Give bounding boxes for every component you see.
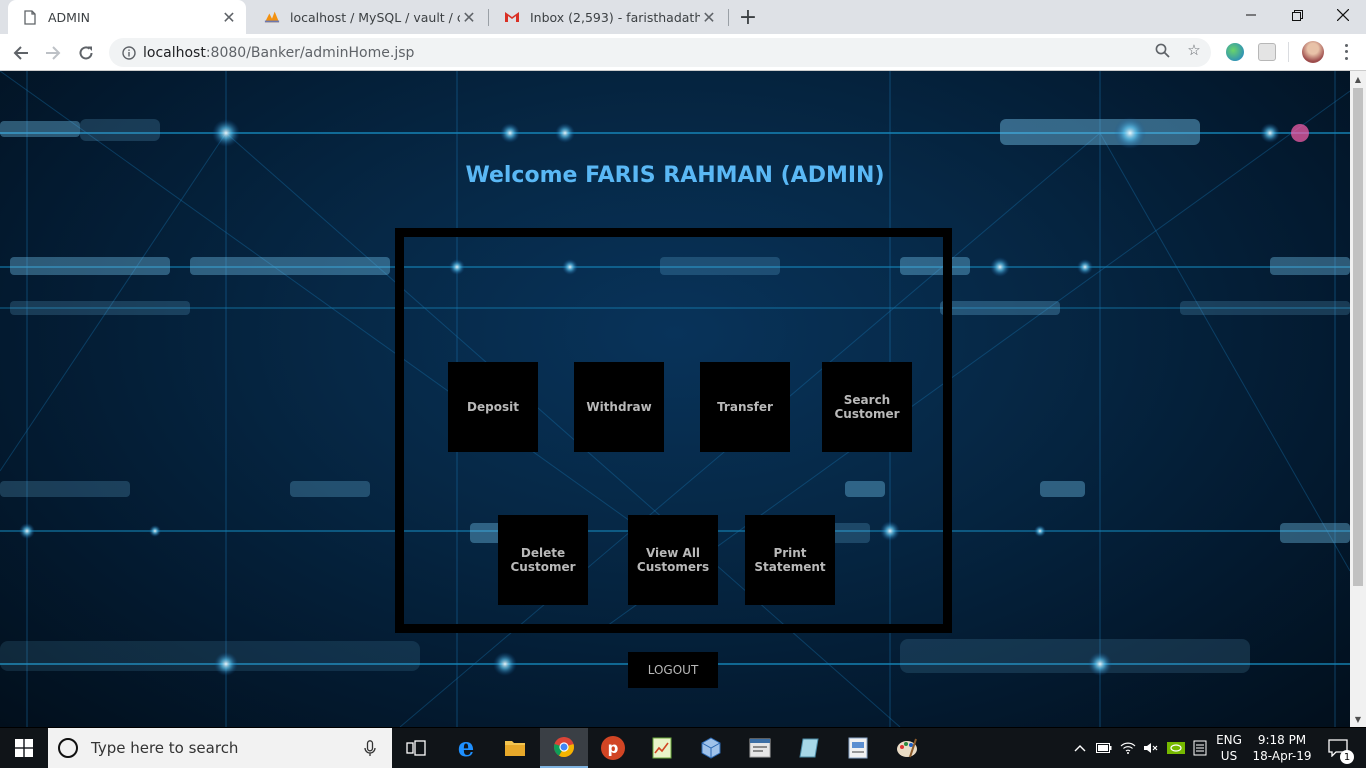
info-icon[interactable] bbox=[115, 45, 143, 60]
transfer-button[interactable]: Transfer bbox=[700, 362, 790, 452]
zoom-icon[interactable] bbox=[1153, 41, 1171, 59]
logout-button[interactable]: LOGOUT bbox=[628, 652, 718, 688]
powerpoint-icon[interactable]: p bbox=[589, 728, 637, 768]
gmail-icon bbox=[504, 9, 520, 25]
deposit-button[interactable]: Deposit bbox=[448, 362, 538, 452]
windows-start-icon[interactable] bbox=[0, 728, 48, 768]
bookmark-star-icon[interactable]: ☆ bbox=[1185, 41, 1203, 59]
edge-browser-icon[interactable]: e bbox=[442, 728, 490, 768]
tab-title: ADMIN bbox=[48, 9, 90, 25]
app-window-icon[interactable] bbox=[736, 728, 784, 768]
task-view-icon[interactable] bbox=[392, 728, 440, 768]
search-placeholder: Type here to search bbox=[91, 739, 239, 757]
tray-chevron-up-icon[interactable] bbox=[1070, 728, 1090, 768]
admin-actions-panel: Deposit Withdraw Transfer Search Custome… bbox=[395, 228, 952, 688]
tab-phpmyadmin[interactable]: localhost / MySQL / vault / custo ✕ bbox=[250, 0, 486, 34]
address-bar[interactable]: localhost:8080/Banker/adminHome.jsp bbox=[109, 38, 1211, 67]
tab-gmail[interactable]: Inbox (2,593) - faristhadathil@gm ✕ bbox=[490, 0, 726, 34]
forward-button[interactable] bbox=[40, 40, 66, 66]
display-icon[interactable] bbox=[1190, 728, 1210, 768]
region-code: US bbox=[1220, 749, 1238, 763]
scroll-down-arrow-icon[interactable]: ▼ bbox=[1350, 711, 1366, 727]
clock-date: 18-Apr-19 bbox=[1252, 749, 1312, 763]
menu-icon[interactable] bbox=[1340, 42, 1352, 62]
page-scrollbar[interactable]: ▲ ▼ bbox=[1350, 71, 1366, 727]
chrome-icon[interactable] bbox=[540, 728, 588, 768]
tab-admin[interactable]: ADMIN ✕ bbox=[8, 0, 246, 34]
restore-button[interactable] bbox=[1274, 0, 1320, 30]
back-button[interactable] bbox=[8, 40, 34, 66]
tab-title: localhost / MySQL / vault / custo bbox=[290, 9, 460, 25]
search-icon bbox=[57, 737, 79, 759]
page-icon bbox=[22, 9, 38, 25]
page-content: Welcome FARIS RAHMAN (ADMIN) Deposit Wit… bbox=[0, 71, 1350, 727]
new-tab-button[interactable]: + bbox=[736, 5, 760, 30]
spreadsheet-icon[interactable] bbox=[638, 728, 686, 768]
scroll-up-arrow-icon[interactable]: ▲ bbox=[1350, 71, 1366, 87]
toolbar-divider bbox=[1288, 42, 1289, 62]
notification-count-badge: 1 bbox=[1340, 750, 1354, 764]
withdraw-button[interactable]: Withdraw bbox=[574, 362, 664, 452]
close-tab-icon[interactable]: ✕ bbox=[700, 8, 718, 27]
tab-separator bbox=[728, 9, 729, 26]
windows-taskbar: Type here to search e p ENG US 9:18 PM 1… bbox=[0, 728, 1366, 768]
minimize-button[interactable] bbox=[1228, 0, 1274, 30]
delete-customer-button[interactable]: Delete Customer bbox=[498, 515, 588, 605]
paint-icon[interactable] bbox=[883, 728, 931, 768]
notes-app-icon[interactable] bbox=[785, 728, 833, 768]
nvidia-icon[interactable] bbox=[1165, 728, 1187, 768]
profile-avatar[interactable] bbox=[1302, 41, 1324, 63]
url-text: localhost:8080/Banker/adminHome.jsp bbox=[143, 45, 414, 61]
close-tab-icon[interactable]: ✕ bbox=[220, 8, 238, 27]
language-code: ENG bbox=[1216, 733, 1242, 747]
url-path: :8080/Banker/adminHome.jsp bbox=[205, 44, 415, 61]
wifi-icon[interactable] bbox=[1118, 728, 1138, 768]
phpmyadmin-icon bbox=[264, 9, 280, 25]
clock[interactable]: 9:18 PM 18-Apr-19 bbox=[1250, 728, 1314, 768]
extension-globe-icon[interactable] bbox=[1226, 43, 1244, 61]
tab-title: Inbox (2,593) - faristhadathil@gm bbox=[530, 9, 700, 25]
action-center-icon[interactable]: 1 bbox=[1318, 728, 1358, 768]
close-window-button[interactable] bbox=[1320, 0, 1366, 30]
search-customer-button[interactable]: Search Customer bbox=[822, 362, 912, 452]
extension-box-icon[interactable] bbox=[1258, 43, 1276, 61]
url-host: localhost bbox=[143, 44, 206, 61]
print-statement-button[interactable]: Print Statement bbox=[745, 515, 835, 605]
document-app-icon[interactable] bbox=[834, 728, 882, 768]
volume-muted-icon[interactable] bbox=[1141, 728, 1161, 768]
file-explorer-icon[interactable] bbox=[491, 728, 539, 768]
welcome-heading: Welcome FARIS RAHMAN (ADMIN) bbox=[465, 163, 885, 188]
close-tab-icon[interactable]: ✕ bbox=[460, 8, 478, 27]
scrollbar-thumb[interactable] bbox=[1353, 88, 1363, 586]
virtualbox-icon[interactable] bbox=[687, 728, 735, 768]
input-language[interactable]: ENG US bbox=[1212, 728, 1246, 768]
clock-time: 9:18 PM bbox=[1257, 733, 1307, 747]
battery-icon[interactable] bbox=[1094, 728, 1114, 768]
browser-toolbar: localhost:8080/Banker/adminHome.jsp ☆ bbox=[0, 34, 1366, 71]
tab-separator bbox=[488, 9, 489, 26]
view-all-customers-button[interactable]: View All Customers bbox=[628, 515, 718, 605]
microphone-icon[interactable] bbox=[364, 740, 376, 761]
tab-strip: ADMIN ✕ localhost / MySQL / vault / cust… bbox=[0, 0, 1366, 34]
taskbar-search-box[interactable]: Type here to search bbox=[48, 728, 392, 768]
reload-button[interactable] bbox=[73, 40, 99, 66]
